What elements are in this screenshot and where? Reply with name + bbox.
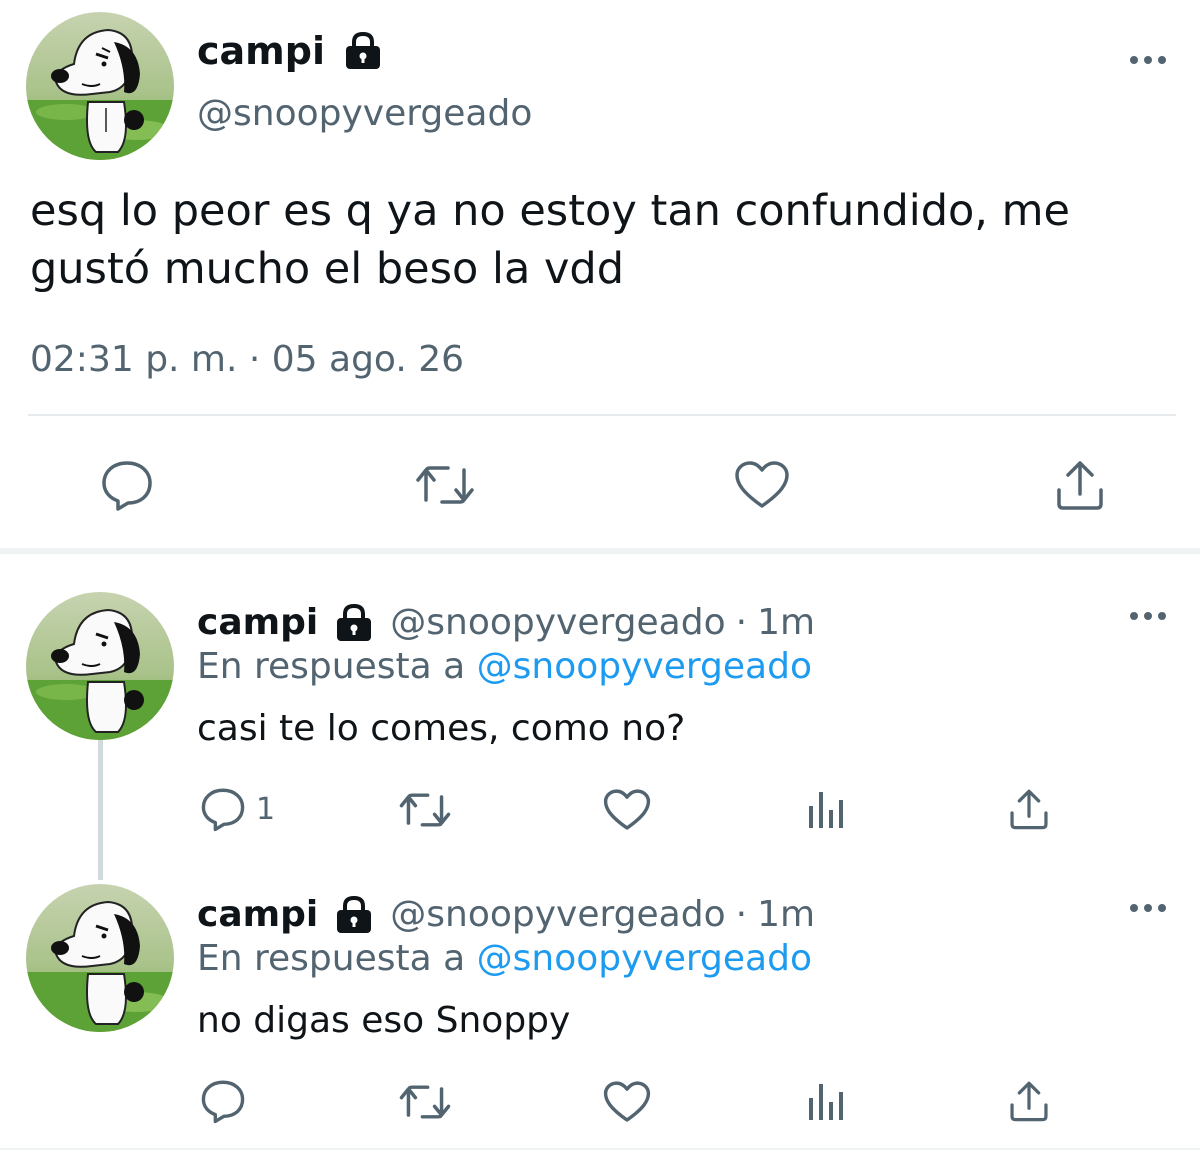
retweet-icon[interactable] [398,1080,452,1124]
share-icon[interactable] [1008,1078,1050,1124]
reply-tweet[interactable]: campi @snoopyvergeado · 1m En respuesta … [0,884,1200,1144]
author-name[interactable]: campi [197,892,318,938]
avatar[interactable] [26,12,174,160]
reply-tweet[interactable]: campi @snoopyvergeado · 1m En respuesta … [0,592,1200,852]
analytics-icon[interactable] [806,788,848,832]
reply-header: campi @snoopyvergeado · 1m [197,600,815,646]
reply-actions [0,1074,1200,1134]
reply-actions: 1 [0,782,1200,842]
divider [28,414,1176,416]
analytics-icon[interactable] [806,1080,848,1124]
author-name[interactable]: campi [197,28,325,74]
like-icon[interactable] [603,788,651,832]
author-handle[interactable]: @snoopyvergeado [197,92,532,136]
replying-to-label: En respuesta a [197,938,466,979]
reply-count: 1 [256,791,276,827]
reply-text: no digas eso Snoppy [197,1000,571,1041]
snoopy-avatar-image [26,12,174,160]
tweet-actions [0,450,1200,530]
avatar[interactable] [26,592,174,740]
separator-dot: · [735,894,748,935]
reply-icon[interactable] [100,458,154,512]
tweet-thread-page: campi @snoopyvergeado esq lo peor es q y… [0,0,1200,1157]
section-divider [0,548,1200,554]
divider [0,1148,1200,1150]
main-tweet[interactable]: campi @snoopyvergeado esq lo peor es q y… [0,0,1200,548]
like-icon[interactable] [603,1080,651,1124]
author-handle[interactable]: @snoopyvergeado [390,600,725,646]
reply-mention-link[interactable]: @snoopyvergeado [477,646,812,687]
like-icon[interactable] [734,460,790,510]
separator-dot: · [735,602,748,643]
lock-icon [343,31,383,70]
snoopy-avatar-image [26,592,174,740]
author-name[interactable]: campi [197,600,318,646]
replying-to-line: En respuesta a @snoopyvergeado [197,936,812,982]
more-icon[interactable] [1128,50,1168,70]
tweet-text: esq lo peor es q ya no estoy tan confund… [30,186,1070,294]
replying-to-label: En respuesta a [197,646,466,687]
more-icon[interactable] [1128,606,1168,626]
tweet-timestamp[interactable]: 02:31 p. m. · 05 ago. 26 [30,338,464,382]
reply-icon[interactable] [200,1078,246,1124]
replying-to-line: En respuesta a @snoopyvergeado [197,644,812,690]
retweet-icon[interactable] [414,460,476,510]
share-icon[interactable] [1008,786,1050,832]
retweet-icon[interactable] [398,788,452,832]
snoopy-avatar-image [26,884,174,1032]
lock-icon [334,895,374,934]
author-name-row[interactable]: campi [197,28,383,74]
lock-icon [334,603,374,642]
reply-time[interactable]: 1m [757,892,815,938]
reply-button[interactable]: 1 [200,786,275,832]
author-handle[interactable]: @snoopyvergeado [390,892,725,938]
reply-icon[interactable] [200,786,246,832]
share-icon[interactable] [1054,458,1106,512]
reply-button[interactable] [200,1078,256,1124]
more-icon[interactable] [1128,898,1168,918]
reply-time[interactable]: 1m [757,600,815,646]
reply-text: casi te lo comes, como no? [197,708,686,749]
reply-mention-link[interactable]: @snoopyvergeado [477,938,812,979]
avatar[interactable] [26,884,174,1032]
reply-header: campi @snoopyvergeado · 1m [197,892,815,938]
